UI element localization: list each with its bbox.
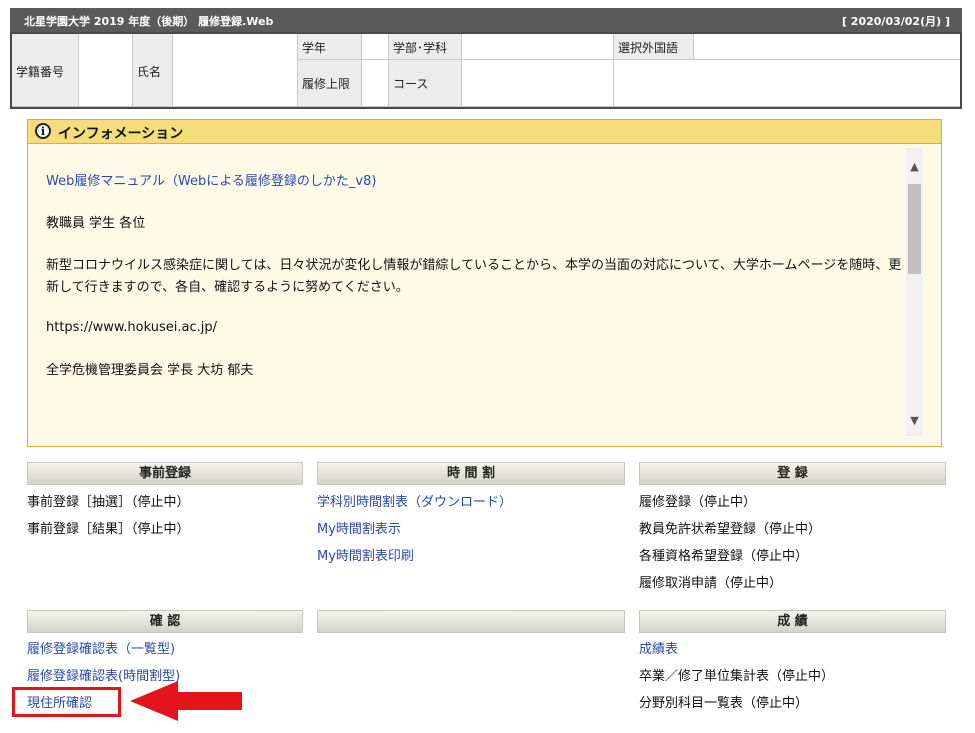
manual-link[interactable]: Web履修マニュアル（Webによる履修登録のしかた_v8) bbox=[46, 174, 376, 189]
information-body: Web履修マニュアル（Webによる履修登録のしかた_v8) 教職員 学生 各位 … bbox=[29, 145, 909, 445]
confirmation-header: 確 認 bbox=[27, 610, 303, 633]
name-label-cell: 氏名 bbox=[133, 34, 173, 107]
limit-value bbox=[362, 60, 389, 107]
name-label: 氏名 bbox=[137, 65, 162, 79]
registration-header: 登 録 bbox=[639, 462, 946, 485]
url-text: https://www.hokusei.ac.jp/ bbox=[46, 320, 217, 335]
pre-result-item: 事前登録［結果］（停止中） bbox=[27, 522, 190, 537]
info-scrollbar[interactable]: ▲ ▼ bbox=[906, 148, 923, 436]
lang-label-cell: 選択外国語 bbox=[614, 34, 694, 60]
scroll-up-icon[interactable]: ▲ bbox=[906, 160, 923, 176]
current-date: [ 2020/03/02(月) ] bbox=[841, 15, 950, 28]
red-arrow-icon bbox=[130, 681, 242, 721]
dept-label-cell: 学部･学科 bbox=[389, 34, 462, 60]
limit-label-cell: 履修上限 bbox=[298, 60, 362, 107]
information-panel: i インフォメーション Web履修マニュアル（Webによる履修登録のしかた_v8… bbox=[27, 119, 942, 447]
student-id-value bbox=[79, 34, 133, 107]
student-info-table: 学籍番号 氏名 学年 学部･学科 選択外国語 履修上限 コース bbox=[10, 32, 962, 109]
course-cancel-item: 履修取消申請（停止中） bbox=[639, 576, 783, 591]
my-timetable-view-link[interactable]: My時間割表示 bbox=[317, 518, 401, 537]
my-timetable-print-link[interactable]: My時間割表印刷 bbox=[317, 545, 414, 564]
year-label-cell: 学年 bbox=[298, 34, 362, 60]
graduation-credits-item: 卒業／修了単位集計表（停止中） bbox=[639, 669, 835, 684]
info-icon: i bbox=[35, 123, 51, 139]
information-title: インフォメーション bbox=[58, 126, 184, 142]
name-value bbox=[173, 34, 298, 107]
student-id-label-cell: 学籍番号 bbox=[12, 34, 79, 107]
title-bar: 北星学園大学 2019 年度（後期） 履修登録.Web [ 2020/03/02… bbox=[10, 8, 962, 32]
information-header: i インフォメーション bbox=[28, 120, 941, 144]
info-blank-cell bbox=[614, 60, 960, 107]
pre-registration-header: 事前登録 bbox=[27, 462, 303, 485]
scroll-thumb[interactable] bbox=[908, 184, 921, 274]
notice-text: 新型コロナウイルス感染症に関しては、日々状況が変化し情報が錯綜していることから、… bbox=[46, 258, 902, 295]
dept-value bbox=[462, 34, 614, 60]
field-course-list-item: 分野別科目一覧表（停止中） bbox=[639, 696, 809, 711]
empty-group-header bbox=[317, 610, 625, 633]
student-id-label: 学籍番号 bbox=[16, 65, 65, 79]
course-label-cell: コース bbox=[389, 60, 462, 107]
dept-timetable-download-link[interactable]: 学科別時間割表（ダウンロード） bbox=[317, 491, 512, 510]
registration-list-link[interactable]: 履修登録確認表（一覧型) bbox=[27, 638, 175, 657]
course-value bbox=[462, 60, 614, 107]
teacher-license-item: 教員免許状希望登録（停止中） bbox=[639, 522, 822, 537]
lang-label: 選択外国語 bbox=[618, 41, 679, 55]
dept-label: 学部･学科 bbox=[393, 41, 448, 55]
scroll-down-icon[interactable]: ▼ bbox=[906, 414, 923, 430]
transcript-link[interactable]: 成績表 bbox=[639, 638, 678, 657]
course-registration-item: 履修登録（停止中） bbox=[639, 495, 757, 510]
lang-value bbox=[694, 34, 960, 60]
limit-label: 履修上限 bbox=[302, 77, 351, 91]
grades-header: 成 績 bbox=[639, 610, 946, 633]
signature-text: 全学危機管理委員会 学長 大坊 郁夫 bbox=[46, 363, 254, 378]
app-title: 北星学園大学 2019 年度（後期） 履修登録.Web bbox=[24, 15, 274, 28]
qualification-item: 各種資格希望登録（停止中） bbox=[639, 549, 809, 564]
timetable-header: 時 間 割 bbox=[317, 462, 625, 485]
course-label: コース bbox=[393, 77, 429, 91]
year-label: 学年 bbox=[302, 41, 327, 55]
greeting-text: 教職員 学生 各位 bbox=[46, 216, 146, 231]
year-value bbox=[362, 34, 389, 60]
highlight-box bbox=[12, 687, 121, 717]
pre-lottery-item: 事前登録［抽選］（停止中） bbox=[27, 495, 190, 510]
